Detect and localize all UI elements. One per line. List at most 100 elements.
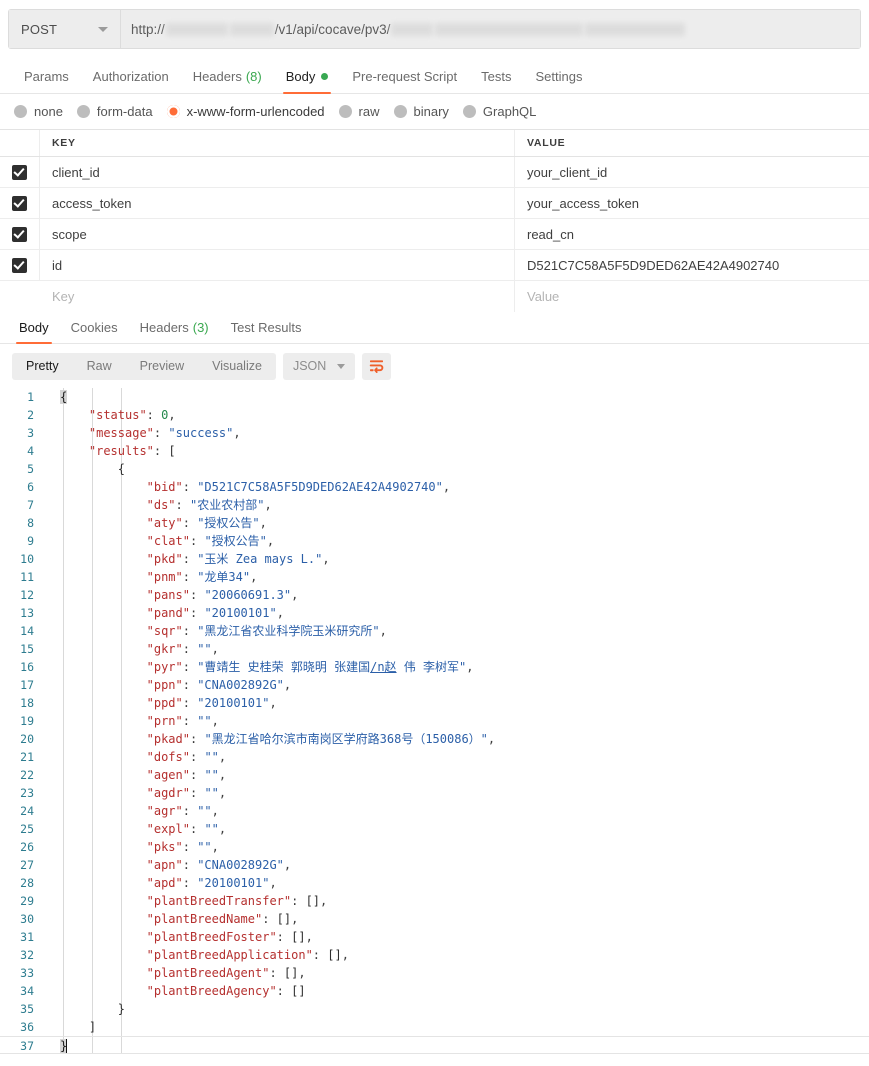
radio-none[interactable]: none: [14, 104, 63, 119]
row-value[interactable]: your_access_token: [515, 188, 869, 218]
json-token-key: "pans": [146, 588, 190, 602]
tab-tests[interactable]: Tests: [469, 69, 523, 93]
json-token-pun: ,: [264, 498, 272, 512]
code-content[interactable]: "message": "success",: [47, 424, 869, 442]
checkbox-checked-icon[interactable]: [12, 164, 27, 180]
radio-graphql[interactable]: GraphQL: [462, 104, 536, 119]
row-value[interactable]: read_cn: [515, 219, 869, 249]
response-format-dropdown[interactable]: JSON: [282, 352, 356, 380]
url-input[interactable]: http:// /v1/api/cocave/pv3/: [121, 10, 860, 48]
new-key-input[interactable]: Key: [40, 281, 515, 312]
code-content[interactable]: "pyr": "曹靖生 史桂荣 郭晓明 张建国/n赵 伟 李树军",: [47, 658, 869, 676]
table-row[interactable]: scope read_cn: [0, 219, 869, 250]
code-content[interactable]: "pand": "20100101",: [47, 604, 869, 622]
code-content[interactable]: "pnm": "龙单34",: [47, 568, 869, 586]
view-mode-pretty[interactable]: Pretty: [12, 353, 73, 380]
code-content[interactable]: "plantBreedTransfer": [],: [47, 892, 869, 910]
radio-raw[interactable]: raw: [338, 104, 380, 119]
code-content[interactable]: "sqr": "黑龙江省农业科学院玉米研究所",: [47, 622, 869, 640]
code-content[interactable]: "apd": "20100101",: [47, 874, 869, 892]
code-content[interactable]: }: [47, 1000, 869, 1018]
line-number: 37: [20, 1039, 34, 1053]
table-row[interactable]: client_id your_client_id: [0, 157, 869, 188]
code-content[interactable]: "pans": "20060691.3",: [47, 586, 869, 604]
response-tab-headers[interactable]: Headers (3): [129, 320, 220, 343]
code-content[interactable]: "expl": "",: [47, 820, 869, 838]
code-content[interactable]: "agen": "",: [47, 766, 869, 784]
code-content[interactable]: {: [47, 388, 869, 406]
row-checkbox-cell[interactable]: [0, 157, 40, 187]
view-mode-visualize[interactable]: Visualize: [198, 353, 276, 380]
view-mode-raw[interactable]: Raw: [73, 353, 126, 380]
new-value-input[interactable]: Value: [515, 281, 869, 312]
row-checkbox-cell[interactable]: [0, 188, 40, 218]
row-value[interactable]: D521C7C58A5F5D9DED62AE42A4902740: [515, 250, 869, 280]
code-content[interactable]: "gkr": "",: [47, 640, 869, 658]
row-key[interactable]: client_id: [40, 157, 515, 187]
response-tab-cookies[interactable]: Cookies: [60, 320, 129, 343]
json-token-pun: :: [189, 822, 205, 836]
tab-params[interactable]: Params: [12, 69, 81, 93]
code-content[interactable]: "aty": "授权公告",: [47, 514, 869, 532]
code-content[interactable]: "pkd": "玉米 Zea mays L.",: [47, 550, 869, 568]
code-content[interactable]: "plantBreedAgent": [],: [47, 964, 869, 982]
row-key[interactable]: access_token: [40, 188, 515, 218]
json-token-pun: :: [182, 714, 198, 728]
code-content[interactable]: "agr": "",: [47, 802, 869, 820]
wrap-text-button[interactable]: [362, 352, 392, 380]
tab-authorization[interactable]: Authorization: [81, 69, 181, 93]
code-content[interactable]: "apn": "CNA002892G",: [47, 856, 869, 874]
code-content[interactable]: "bid": "D521C7C58A5F5D9DED62AE42A4902740…: [47, 478, 869, 496]
tab-headers[interactable]: Headers (8): [181, 69, 274, 93]
row-checkbox-cell[interactable]: [0, 219, 40, 249]
json-token-pun: ,: [168, 408, 176, 422]
response-tab-body[interactable]: Body: [8, 320, 60, 344]
http-method-dropdown[interactable]: POST: [9, 10, 121, 48]
response-body-json-viewer[interactable]: 1{2 "status": 0, 3 "message": "success", 4 "r…: [0, 388, 869, 1054]
table-row-empty[interactable]: Key Value: [0, 281, 869, 312]
response-tab-test-results-label: Test Results: [230, 320, 302, 335]
code-content[interactable]: "plantBreedName": [],: [47, 910, 869, 928]
code-content[interactable]: "plantBreedApplication": [],: [47, 946, 869, 964]
code-content[interactable]: "plantBreedFoster": [],: [47, 928, 869, 946]
line-number: 16: [20, 660, 34, 674]
table-row[interactable]: access_token your_access_token: [0, 188, 869, 219]
code-content[interactable]: "ppd": "20100101",: [47, 694, 869, 712]
code-content[interactable]: {: [47, 460, 869, 478]
code-content[interactable]: }: [47, 1037, 869, 1053]
view-mode-preview[interactable]: Preview: [126, 353, 198, 380]
tab-settings[interactable]: Settings: [523, 69, 594, 93]
tab-pre-request-script[interactable]: Pre-request Script: [340, 69, 469, 93]
radio-x-www-form-urlencoded[interactable]: x-www-form-urlencoded: [166, 104, 325, 119]
radio-form-data[interactable]: form-data: [76, 104, 153, 119]
params-table: KEY VALUE client_id your_client_id acces…: [0, 129, 869, 312]
row-key[interactable]: scope: [40, 219, 515, 249]
code-content[interactable]: "pkad": "黑龙江省哈尔滨市南岗区学府路368号（150086）",: [47, 730, 869, 748]
row-value[interactable]: your_client_id: [515, 157, 869, 187]
code-content[interactable]: "agdr": "",: [47, 784, 869, 802]
radio-binary[interactable]: binary: [393, 104, 449, 119]
code-content[interactable]: "status": 0,: [47, 406, 869, 424]
tab-body[interactable]: Body: [274, 69, 341, 94]
checkbox-checked-icon[interactable]: [12, 195, 27, 211]
code-line: 23 "agdr": "",: [0, 784, 869, 802]
body-modified-dot-icon: [321, 73, 329, 80]
code-content[interactable]: "plantBreedAgency": []: [47, 982, 869, 1000]
row-key[interactable]: id: [40, 250, 515, 280]
checkbox-checked-icon[interactable]: [12, 257, 27, 273]
code-content[interactable]: "ds": "农业农村部",: [47, 496, 869, 514]
checkbox-checked-icon[interactable]: [12, 226, 27, 242]
json-token-pun: :: [189, 750, 205, 764]
code-content[interactable]: "clat": "授权公告",: [47, 532, 869, 550]
code-content[interactable]: ]: [47, 1018, 869, 1036]
code-content[interactable]: "prn": "",: [47, 712, 869, 730]
table-row[interactable]: id D521C7C58A5F5D9DED62AE42A4902740: [0, 250, 869, 281]
code-line: 31 "plantBreedFoster": [],: [0, 928, 869, 946]
json-link[interactable]: /n赵: [370, 660, 396, 674]
code-content[interactable]: "dofs": "",: [47, 748, 869, 766]
code-content[interactable]: "pks": "",: [47, 838, 869, 856]
code-content[interactable]: "ppn": "CNA002892G",: [47, 676, 869, 694]
response-tab-test-results[interactable]: Test Results: [220, 320, 313, 343]
row-checkbox-cell[interactable]: [0, 250, 40, 280]
code-content[interactable]: "results": [: [47, 442, 869, 460]
